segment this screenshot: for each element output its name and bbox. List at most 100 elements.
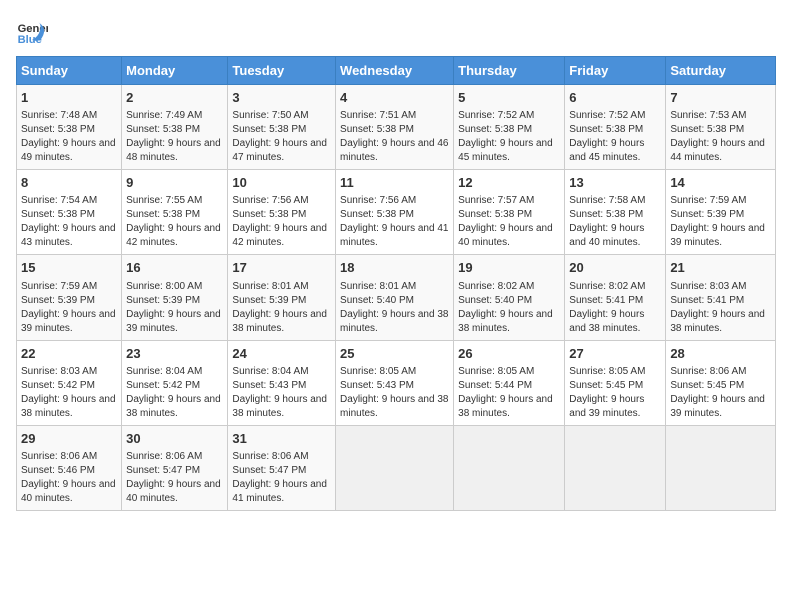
cell-content: Sunrise: 8:06 AMSunset: 5:47 PMDaylight:…	[126, 450, 223, 506]
calendar-cell: 25 Sunrise: 8:05 AMSunset: 5:43 PMDaylig…	[336, 340, 454, 425]
cell-content: Sunrise: 7:51 AMSunset: 5:38 PMDaylight:…	[340, 109, 449, 165]
calendar-table: SundayMondayTuesdayWednesdayThursdayFrid…	[16, 56, 776, 511]
cell-content: Sunrise: 7:48 AMSunset: 5:38 PMDaylight:…	[21, 109, 117, 165]
cell-content: Sunrise: 8:04 AMSunset: 5:42 PMDaylight:…	[126, 365, 223, 421]
day-number: 20	[569, 259, 661, 277]
cell-content: Sunrise: 8:06 AMSunset: 5:45 PMDaylight:…	[670, 365, 771, 421]
calendar-cell: 22 Sunrise: 8:03 AMSunset: 5:42 PMDaylig…	[17, 340, 122, 425]
day-number: 15	[21, 259, 117, 277]
day-number: 2	[126, 89, 223, 107]
calendar-cell	[565, 425, 666, 510]
calendar-cell: 24 Sunrise: 8:04 AMSunset: 5:43 PMDaylig…	[228, 340, 336, 425]
day-number: 10	[232, 174, 331, 192]
day-number: 26	[458, 345, 560, 363]
week-row-1: 1 Sunrise: 7:48 AMSunset: 5:38 PMDayligh…	[17, 85, 776, 170]
day-number: 29	[21, 430, 117, 448]
calendar-cell: 21 Sunrise: 8:03 AMSunset: 5:41 PMDaylig…	[666, 255, 776, 340]
day-number: 28	[670, 345, 771, 363]
cell-content: Sunrise: 7:50 AMSunset: 5:38 PMDaylight:…	[232, 109, 331, 165]
calendar-cell: 4 Sunrise: 7:51 AMSunset: 5:38 PMDayligh…	[336, 85, 454, 170]
col-header-wednesday: Wednesday	[336, 57, 454, 85]
cell-content: Sunrise: 8:03 AMSunset: 5:42 PMDaylight:…	[21, 365, 117, 421]
day-number: 16	[126, 259, 223, 277]
day-number: 17	[232, 259, 331, 277]
calendar-cell: 14 Sunrise: 7:59 AMSunset: 5:39 PMDaylig…	[666, 170, 776, 255]
day-number: 12	[458, 174, 560, 192]
day-number: 24	[232, 345, 331, 363]
col-header-thursday: Thursday	[454, 57, 565, 85]
col-header-saturday: Saturday	[666, 57, 776, 85]
day-number: 27	[569, 345, 661, 363]
calendar-cell: 13 Sunrise: 7:58 AMSunset: 5:38 PMDaylig…	[565, 170, 666, 255]
svg-text:Blue: Blue	[18, 34, 42, 46]
cell-content: Sunrise: 8:02 AMSunset: 5:41 PMDaylight:…	[569, 280, 661, 336]
calendar-cell: 5 Sunrise: 7:52 AMSunset: 5:38 PMDayligh…	[454, 85, 565, 170]
week-row-5: 29 Sunrise: 8:06 AMSunset: 5:46 PMDaylig…	[17, 425, 776, 510]
cell-content: Sunrise: 8:03 AMSunset: 5:41 PMDaylight:…	[670, 280, 771, 336]
day-number: 18	[340, 259, 449, 277]
cell-content: Sunrise: 7:58 AMSunset: 5:38 PMDaylight:…	[569, 194, 661, 250]
col-header-friday: Friday	[565, 57, 666, 85]
day-number: 8	[21, 174, 117, 192]
page-header: General Blue	[16, 16, 776, 48]
day-number: 7	[670, 89, 771, 107]
cell-content: Sunrise: 7:52 AMSunset: 5:38 PMDaylight:…	[569, 109, 661, 165]
calendar-cell: 29 Sunrise: 8:06 AMSunset: 5:46 PMDaylig…	[17, 425, 122, 510]
cell-content: Sunrise: 7:59 AMSunset: 5:39 PMDaylight:…	[21, 280, 117, 336]
cell-content: Sunrise: 7:59 AMSunset: 5:39 PMDaylight:…	[670, 194, 771, 250]
calendar-cell: 31 Sunrise: 8:06 AMSunset: 5:47 PMDaylig…	[228, 425, 336, 510]
calendar-cell: 2 Sunrise: 7:49 AMSunset: 5:38 PMDayligh…	[122, 85, 228, 170]
calendar-cell	[336, 425, 454, 510]
calendar-cell: 6 Sunrise: 7:52 AMSunset: 5:38 PMDayligh…	[565, 85, 666, 170]
cell-content: Sunrise: 7:57 AMSunset: 5:38 PMDaylight:…	[458, 194, 560, 250]
calendar-cell	[666, 425, 776, 510]
cell-content: Sunrise: 8:06 AMSunset: 5:47 PMDaylight:…	[232, 450, 331, 506]
calendar-cell: 1 Sunrise: 7:48 AMSunset: 5:38 PMDayligh…	[17, 85, 122, 170]
day-number: 22	[21, 345, 117, 363]
cell-content: Sunrise: 8:05 AMSunset: 5:44 PMDaylight:…	[458, 365, 560, 421]
calendar-cell: 16 Sunrise: 8:00 AMSunset: 5:39 PMDaylig…	[122, 255, 228, 340]
cell-content: Sunrise: 7:52 AMSunset: 5:38 PMDaylight:…	[458, 109, 560, 165]
calendar-cell: 3 Sunrise: 7:50 AMSunset: 5:38 PMDayligh…	[228, 85, 336, 170]
calendar-cell: 15 Sunrise: 7:59 AMSunset: 5:39 PMDaylig…	[17, 255, 122, 340]
calendar-cell: 11 Sunrise: 7:56 AMSunset: 5:38 PMDaylig…	[336, 170, 454, 255]
cell-content: Sunrise: 8:01 AMSunset: 5:40 PMDaylight:…	[340, 280, 449, 336]
day-number: 1	[21, 89, 117, 107]
cell-content: Sunrise: 7:54 AMSunset: 5:38 PMDaylight:…	[21, 194, 117, 250]
cell-content: Sunrise: 8:06 AMSunset: 5:46 PMDaylight:…	[21, 450, 117, 506]
col-header-tuesday: Tuesday	[228, 57, 336, 85]
calendar-cell: 9 Sunrise: 7:55 AMSunset: 5:38 PMDayligh…	[122, 170, 228, 255]
week-row-2: 8 Sunrise: 7:54 AMSunset: 5:38 PMDayligh…	[17, 170, 776, 255]
day-number: 31	[232, 430, 331, 448]
cell-content: Sunrise: 8:04 AMSunset: 5:43 PMDaylight:…	[232, 365, 331, 421]
logo-icon: General Blue	[16, 16, 48, 48]
calendar-cell: 20 Sunrise: 8:02 AMSunset: 5:41 PMDaylig…	[565, 255, 666, 340]
calendar-cell: 30 Sunrise: 8:06 AMSunset: 5:47 PMDaylig…	[122, 425, 228, 510]
calendar-cell: 28 Sunrise: 8:06 AMSunset: 5:45 PMDaylig…	[666, 340, 776, 425]
day-number: 25	[340, 345, 449, 363]
day-number: 19	[458, 259, 560, 277]
cell-content: Sunrise: 8:05 AMSunset: 5:45 PMDaylight:…	[569, 365, 661, 421]
calendar-cell: 18 Sunrise: 8:01 AMSunset: 5:40 PMDaylig…	[336, 255, 454, 340]
calendar-cell: 12 Sunrise: 7:57 AMSunset: 5:38 PMDaylig…	[454, 170, 565, 255]
calendar-cell: 26 Sunrise: 8:05 AMSunset: 5:44 PMDaylig…	[454, 340, 565, 425]
day-number: 6	[569, 89, 661, 107]
cell-content: Sunrise: 8:02 AMSunset: 5:40 PMDaylight:…	[458, 280, 560, 336]
col-header-sunday: Sunday	[17, 57, 122, 85]
cell-content: Sunrise: 8:00 AMSunset: 5:39 PMDaylight:…	[126, 280, 223, 336]
calendar-cell: 10 Sunrise: 7:56 AMSunset: 5:38 PMDaylig…	[228, 170, 336, 255]
calendar-cell	[454, 425, 565, 510]
cell-content: Sunrise: 7:49 AMSunset: 5:38 PMDaylight:…	[126, 109, 223, 165]
cell-content: Sunrise: 7:53 AMSunset: 5:38 PMDaylight:…	[670, 109, 771, 165]
day-number: 9	[126, 174, 223, 192]
day-number: 21	[670, 259, 771, 277]
calendar-cell: 27 Sunrise: 8:05 AMSunset: 5:45 PMDaylig…	[565, 340, 666, 425]
week-row-4: 22 Sunrise: 8:03 AMSunset: 5:42 PMDaylig…	[17, 340, 776, 425]
week-row-3: 15 Sunrise: 7:59 AMSunset: 5:39 PMDaylig…	[17, 255, 776, 340]
day-number: 3	[232, 89, 331, 107]
day-number: 14	[670, 174, 771, 192]
day-number: 5	[458, 89, 560, 107]
day-number: 4	[340, 89, 449, 107]
day-number: 30	[126, 430, 223, 448]
logo: General Blue	[16, 16, 52, 48]
